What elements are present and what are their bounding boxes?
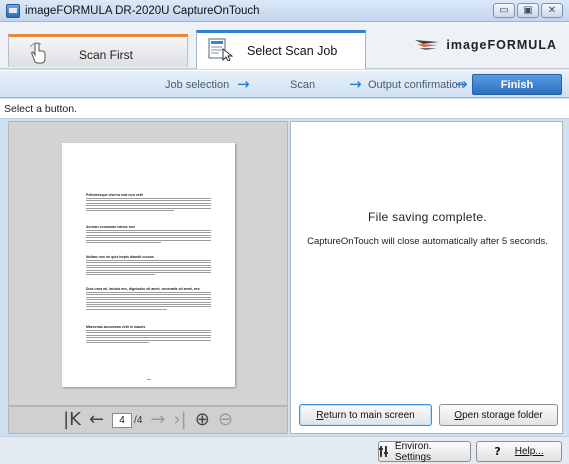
- environ-settings-button[interactable]: Environ. Settings: [378, 440, 471, 463]
- tab-select-scan-job[interactable]: Select Scan Job: [196, 30, 366, 69]
- app-icon: [6, 3, 20, 18]
- settings-icon: [379, 446, 388, 457]
- result-panel: File saving complete. CaptureOnTouch wil…: [290, 121, 563, 434]
- previous-page-icon[interactable]: ←: [89, 411, 104, 429]
- tab-scan-first[interactable]: Scan First: [8, 34, 188, 67]
- scanned-page-thumbnail: Pellentesque viverra erat non velit Aene…: [62, 143, 235, 387]
- maximize-button[interactable]: ▣: [517, 3, 539, 18]
- page-navigation-bar: |K ← 4 /4 → ›| ⊕ ⊖: [8, 406, 288, 434]
- first-page-icon[interactable]: |K: [63, 411, 81, 429]
- page-number-input[interactable]: 4: [112, 412, 133, 428]
- save-status-text: File saving complete.: [367, 210, 488, 224]
- mode-header: Scan First Select Scan Job imageFORMULA: [0, 22, 569, 69]
- instruction-text: Select a button.: [0, 99, 569, 119]
- auto-close-message: CaptureOnTouch will close automatically …: [307, 236, 548, 247]
- brand-logo: imageFORMULA: [414, 38, 557, 52]
- tab-scan-first-label: Scan First: [79, 48, 134, 62]
- preview-heading: Duis urna mi, lacinia nec, dignissim sit…: [86, 287, 200, 291]
- last-page-icon[interactable]: ›|: [173, 411, 186, 429]
- hand-icon: [29, 42, 46, 64]
- step-output-confirmation: Output confirmation: [368, 79, 464, 91]
- preview-heading: Pellentesque viverra erat non velit: [86, 193, 143, 197]
- zoom-out-icon[interactable]: ⊖: [218, 411, 233, 429]
- help-label: Help...: [514, 446, 544, 457]
- document-cursor-icon: [208, 38, 233, 61]
- zoom-in-icon[interactable]: ⊕: [195, 411, 210, 429]
- title-bar: imageFORMULA DR-2020U CaptureOnTouch ▭ ▣…: [0, 0, 569, 22]
- step-job-selection: Job selection: [165, 79, 230, 91]
- preview-heading: Maecenas accumsan velit in mauris: [86, 325, 146, 329]
- page-total: /4: [134, 414, 143, 426]
- window-controls: ▭ ▣ ✕: [493, 3, 563, 18]
- help-button[interactable]: ? Help...: [476, 441, 562, 462]
- close-button[interactable]: ✕: [541, 3, 563, 18]
- step-finish: Finish: [472, 74, 562, 95]
- bottom-toolbar: Environ. Settings ? Help...: [0, 436, 569, 464]
- workflow-steps: Job selection → Scan → Output confirmati…: [0, 70, 569, 98]
- environ-settings-label: Environ. Settings: [394, 440, 432, 463]
- canon-wing-logo: [415, 40, 440, 50]
- preview-heading: Nullam non mi quis turpis blandit cursus: [86, 255, 154, 259]
- arrow-right-icon: →: [237, 75, 250, 93]
- return-to-main-screen-button[interactable]: Return to main screen: [299, 404, 432, 426]
- preview-heading: Aenean commodo varius orci: [86, 225, 136, 229]
- brand-text: imageFORMULA: [446, 38, 557, 52]
- minimize-button[interactable]: ▭: [493, 3, 515, 18]
- window-title: imageFORMULA DR-2020U CaptureOnTouch: [25, 4, 260, 17]
- open-storage-folder-button[interactable]: Open storage folder: [439, 404, 558, 426]
- arrow-right-icon: →: [349, 75, 362, 93]
- tab-select-scan-job-label: Select Scan Job: [247, 44, 338, 58]
- arrow-right-icon: →: [455, 75, 468, 93]
- step-scan: Scan: [290, 79, 316, 91]
- help-icon: ?: [494, 445, 501, 458]
- next-page-icon[interactable]: →: [150, 411, 165, 429]
- image-preview-pane[interactable]: Pellentesque viverra erat non velit Aene…: [8, 121, 288, 406]
